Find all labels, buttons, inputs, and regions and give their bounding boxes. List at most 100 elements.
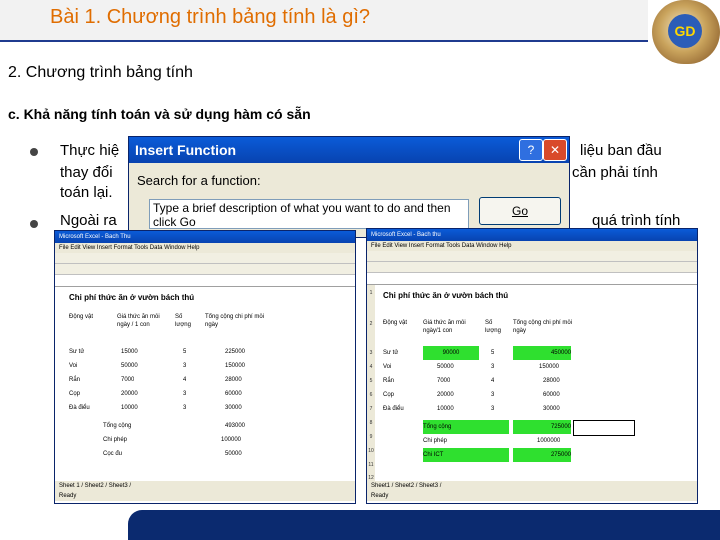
- insert-function-dialog: Insert Function ? ✕ Search for a functio…: [128, 136, 570, 238]
- excel-left-titlebar: Microsoft Excel - Bach Thu: [55, 231, 355, 243]
- table-cell: 3: [491, 392, 495, 398]
- header-animal: Động vật: [69, 314, 94, 320]
- table-cell: 5: [183, 349, 187, 355]
- table-cell: 3: [183, 405, 187, 411]
- excel-right-grid[interactable]: 1 2 3 4 5 6 7 8 9 10 11 12 Chi phí thức …: [367, 285, 697, 486]
- row-header[interactable]: 7: [367, 402, 375, 417]
- row-header[interactable]: 2: [367, 302, 375, 347]
- sheet-title: Chi phí thức ăn ở vườn bách thú: [383, 291, 509, 300]
- excel-right-toolbar[interactable]: [367, 251, 697, 262]
- bullet2-right: quá trình tính: [592, 212, 681, 229]
- go-button[interactable]: Go: [479, 197, 561, 225]
- table-cell: 1000000: [537, 438, 561, 444]
- excel-left-menubar[interactable]: File Edit View Insert Format Tools Data …: [55, 243, 355, 253]
- table-cell: Rắn: [69, 377, 81, 383]
- table-cell: Voi: [69, 363, 78, 369]
- table-cell: Cọc đu: [103, 451, 123, 457]
- row-header[interactable]: 3: [367, 346, 375, 361]
- bullet1-line2-right: cần phải tính: [572, 164, 658, 181]
- logo-emblem: GD: [668, 14, 702, 48]
- bullet2-left: Ngoài ra: [60, 212, 117, 229]
- table-cell: 50000: [121, 363, 138, 369]
- table-cell: 28000: [543, 378, 560, 384]
- excel-left-toolbar[interactable]: [55, 253, 355, 264]
- excel-left-grid[interactable]: Chi phí thức ăn ở vườn bách thú Động vật…: [55, 287, 355, 487]
- bullet1-line3-left: toán lại.: [60, 184, 113, 201]
- close-button[interactable]: ✕: [543, 139, 567, 161]
- table-cell: 50000: [437, 364, 454, 370]
- table-cell: 4: [183, 377, 187, 383]
- search-function-input[interactable]: Type a brief description of what you wan…: [149, 199, 469, 229]
- table-cell: 150000: [225, 363, 246, 369]
- header-count: Số lượng: [485, 320, 501, 334]
- excel-right-sheet-tabs[interactable]: Sheet1 / Sheet2 / Sheet3 /: [367, 481, 697, 491]
- dialog-titlebar: Insert Function ? ✕: [129, 137, 569, 163]
- header-count: Số lượng: [175, 314, 191, 328]
- table-cell: Tổng cộng: [103, 423, 132, 429]
- slide-title: Bài 1. Chương trình bảng tính là gì?: [50, 6, 371, 28]
- highlighted-cell: Chi ICT: [423, 448, 509, 462]
- table-cell: 3: [183, 363, 187, 369]
- sheet-title: Chi phí thức ăn ở vườn bách thú: [69, 293, 195, 302]
- table-cell: 15000: [121, 349, 138, 355]
- excel-left-formula-bar[interactable]: [55, 275, 355, 287]
- table-cell: 3: [183, 391, 187, 397]
- table-cell: Rắn: [383, 378, 395, 384]
- help-button[interactable]: ?: [519, 139, 543, 161]
- row-header[interactable]: 4: [367, 360, 375, 375]
- row-header[interactable]: 10: [367, 444, 375, 459]
- excel-right-menubar[interactable]: File Edit View Insert Format Tools Data …: [367, 241, 697, 251]
- table-cell: 7000: [121, 377, 135, 383]
- header-price: Giá thức ăn mỗi ngày / 1 con: [117, 314, 160, 328]
- table-cell: Sư tử: [69, 349, 85, 355]
- table-cell: 60000: [225, 391, 242, 397]
- header-price: Giá thức ăn mỗi ngày/1 con: [423, 320, 466, 334]
- excel-right-format-toolbar[interactable]: [367, 262, 697, 273]
- section-heading: 2. Chương trình bảng tính: [8, 64, 193, 81]
- footer-bar: [128, 510, 720, 540]
- table-cell: 493000: [225, 423, 246, 429]
- row-header[interactable]: 8: [367, 416, 375, 431]
- excel-right-titlebar: Microsoft Excel - Bach thu: [367, 229, 697, 241]
- table-cell: 4: [491, 378, 495, 384]
- table-cell: Cọp: [69, 391, 81, 397]
- table-cell: 60000: [543, 392, 560, 398]
- table-cell: Cọp: [383, 392, 395, 398]
- table-cell: Chi phép: [423, 438, 448, 444]
- highlighted-cell: 725000: [513, 420, 571, 434]
- dialog-title: Insert Function: [135, 142, 237, 158]
- table-cell: Chi phép: [103, 437, 128, 443]
- table-cell: 10000: [121, 405, 138, 411]
- bullet1-line1-right: liệu ban đầu: [580, 142, 662, 159]
- table-cell: 5: [491, 350, 495, 356]
- bullet1-line1-left: Thực hiệ: [60, 142, 120, 159]
- excel-window-left: Microsoft Excel - Bach Thu File Edit Vie…: [54, 230, 356, 504]
- highlighted-cell: 90000: [423, 346, 479, 360]
- selected-cell-outline[interactable]: [573, 420, 635, 436]
- table-cell: 3: [491, 364, 495, 370]
- highlighted-cell: 275000: [513, 448, 571, 462]
- search-function-label: Search for a function:: [137, 173, 261, 188]
- highlighted-cell: 450000: [513, 346, 571, 360]
- row-header[interactable]: 1: [367, 285, 375, 303]
- table-cell: Đà điểu: [69, 405, 90, 411]
- excel-window-right: Microsoft Excel - Bach thu File Edit Vie…: [366, 228, 698, 504]
- row-header[interactable]: 5: [367, 374, 375, 389]
- excel-left-status: Ready: [55, 491, 355, 501]
- table-cell: 225000: [225, 349, 246, 355]
- row-header[interactable]: 11: [367, 458, 375, 473]
- row-header[interactable]: 6: [367, 388, 375, 403]
- table-cell: 30000: [225, 405, 242, 411]
- table-cell: 50000: [225, 451, 242, 457]
- excel-right-formula-bar[interactable]: [367, 273, 697, 285]
- excel-left-sheet-tabs[interactable]: Sheet 1 / Sheet2 / Sheet3 /: [55, 481, 355, 491]
- bullet-dot: [30, 220, 38, 228]
- table-cell: 28000: [225, 377, 242, 383]
- row-header[interactable]: 9: [367, 430, 375, 445]
- table-cell: Đà điểu: [383, 406, 404, 412]
- header-animal: Động vật: [383, 320, 408, 326]
- excel-left-format-toolbar[interactable]: [55, 264, 355, 275]
- header-total: Tổng cộng chi phí mỗi ngày: [205, 314, 265, 328]
- excel-right-status: Ready: [367, 491, 697, 501]
- table-cell: 20000: [437, 392, 454, 398]
